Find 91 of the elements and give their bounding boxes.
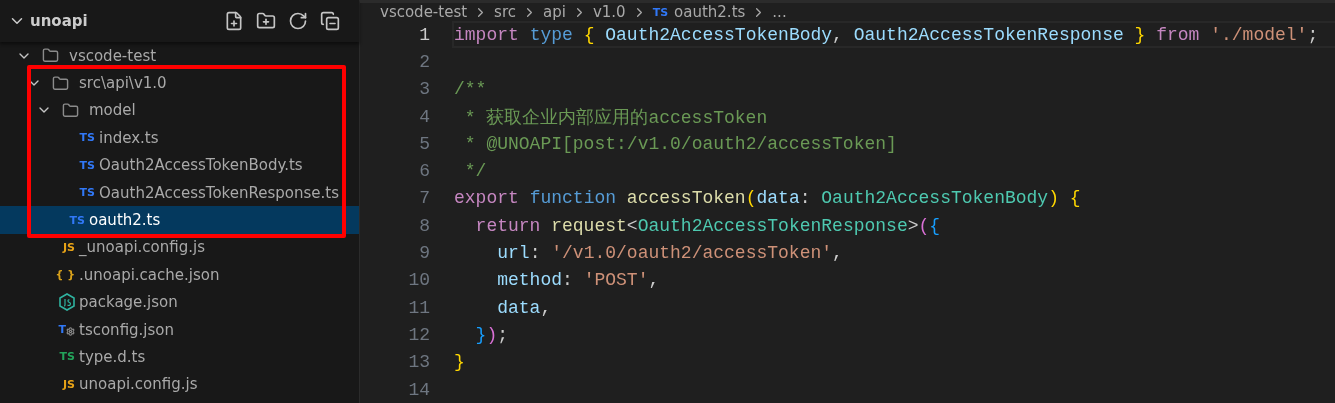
line-number: 11: [407, 297, 430, 318]
code-token: ,: [648, 270, 660, 291]
code-token: (: [918, 215, 930, 236]
code-token: return: [474, 215, 542, 236]
code-token: }: [454, 352, 465, 373]
code-token: Oauth2AccessTokenResponse: [637, 215, 908, 236]
line-number: 4: [418, 106, 430, 127]
breadcrumb-item[interactable]: oauth2.ts: [674, 3, 746, 21]
code-token: ): [486, 324, 498, 345]
folder-icon: [52, 74, 69, 92]
file-type-icon: JS: [63, 377, 75, 391]
file-row[interactable]: TS Oauth2AccessTokenBody.ts: [0, 151, 359, 179]
file-row[interactable]: TS type.d.ts: [0, 343, 359, 371]
file-row[interactable]: TS Oauth2AccessTokenResponse.ts: [0, 178, 359, 207]
line-number: 8: [418, 215, 430, 236]
breadcrumb-item[interactable]: src: [494, 3, 516, 21]
code-token: method: [496, 270, 563, 291]
code-token: export: [454, 188, 520, 209]
code-token: data: [756, 188, 800, 209]
code-token: /**: [454, 79, 487, 100]
code-token: accessToken: [626, 188, 746, 209]
code-token: :: [529, 243, 542, 263]
code-token: './model': [1210, 24, 1308, 45]
code-token: ): [1048, 188, 1060, 209]
code-token: :: [799, 188, 812, 209]
code-token: }: [474, 324, 487, 345]
code-token: * 获取企业内部应用的accessToken: [463, 106, 768, 129]
typescript-icon: TS: [652, 5, 669, 19]
code-token: import: [454, 24, 520, 45]
code-token: }: [1134, 24, 1147, 45]
code-token: from: [1156, 24, 1201, 45]
explorer-title: unoapi: [30, 12, 89, 30]
code-token: Oauth2AccessTokenBody: [821, 188, 1049, 209]
line-number: 12: [407, 324, 430, 345]
code-token: <: [626, 215, 638, 236]
file-type-icon: TS: [69, 213, 85, 227]
line-number: 3: [418, 79, 430, 100]
breadcrumb-item[interactable]: api: [543, 3, 566, 21]
folder-row[interactable]: vscode-test: [0, 42, 359, 70]
code-token: {: [929, 215, 941, 236]
line-number: 2: [418, 51, 430, 72]
folder-icon: [62, 101, 79, 119]
code-token: ,: [832, 24, 844, 45]
file-type-icon: TS: [79, 158, 95, 172]
file-type-icon: JS: [63, 240, 75, 254]
code-token: data: [496, 297, 541, 318]
line-number: 7: [418, 188, 430, 209]
code-token: * @UNOAPI[post:/v1.0/oauth2/accessToken]: [463, 133, 897, 154]
file-row[interactable]: TS oauth2.ts: [0, 206, 359, 234]
file-row[interactable]: { } .unoapi.cache.json: [0, 261, 359, 289]
code-token: type: [529, 24, 574, 45]
file-row[interactable]: package.json: [0, 288, 359, 316]
file-row[interactable]: TS index.ts: [0, 124, 359, 152]
file-type-icon: { }: [55, 268, 75, 282]
code-token: Oauth2AccessTokenBody: [605, 24, 833, 45]
file-row[interactable]: JS unoapi.config.js: [0, 370, 359, 399]
code-token: */: [463, 161, 487, 182]
line-number: 14: [407, 379, 430, 400]
code-token: function: [529, 188, 618, 209]
line-number: 10: [407, 270, 430, 291]
breadcrumb-item[interactable]: v1.0: [592, 3, 626, 21]
code-token: (: [745, 188, 757, 209]
file-type-icon: TS: [59, 350, 75, 364]
code-token: >: [907, 215, 919, 236]
code-token: {: [583, 24, 596, 45]
breadcrumb-item[interactable]: vscode-test: [380, 3, 468, 21]
line-number: 9: [418, 243, 430, 263]
file-type-icon: TS: [79, 131, 95, 145]
code-token: ;: [1307, 24, 1319, 45]
folder-row[interactable]: src\api\v1.0: [0, 69, 359, 97]
folder-icon: [42, 47, 59, 65]
breadcrumb-item[interactable]: ...: [772, 3, 787, 21]
code-token: ,: [832, 243, 843, 263]
line-number: 5: [418, 133, 430, 154]
code-token: request: [551, 215, 627, 236]
code-token: ,: [540, 297, 552, 318]
file-row[interactable]: JS _unoapi.config.js: [0, 233, 359, 262]
file-type-icon: TS: [79, 186, 95, 200]
nodejs-icon: [59, 293, 75, 312]
code-token: Oauth2AccessTokenResponse: [853, 24, 1125, 45]
code-token: 'POST': [583, 270, 649, 291]
code-token: {: [1069, 188, 1081, 209]
code-token: '/v1.0/oauth2/accessToken': [551, 243, 833, 263]
folder-row[interactable]: model: [0, 96, 359, 125]
code-token: :: [562, 270, 574, 291]
line-number: 6: [418, 161, 430, 182]
line-number: 13: [407, 352, 430, 373]
file-row[interactable]: T tsconfig.json: [0, 315, 359, 344]
code-token: url: [496, 243, 530, 263]
code-token: ;: [497, 324, 509, 345]
line-number: 1: [418, 24, 430, 45]
